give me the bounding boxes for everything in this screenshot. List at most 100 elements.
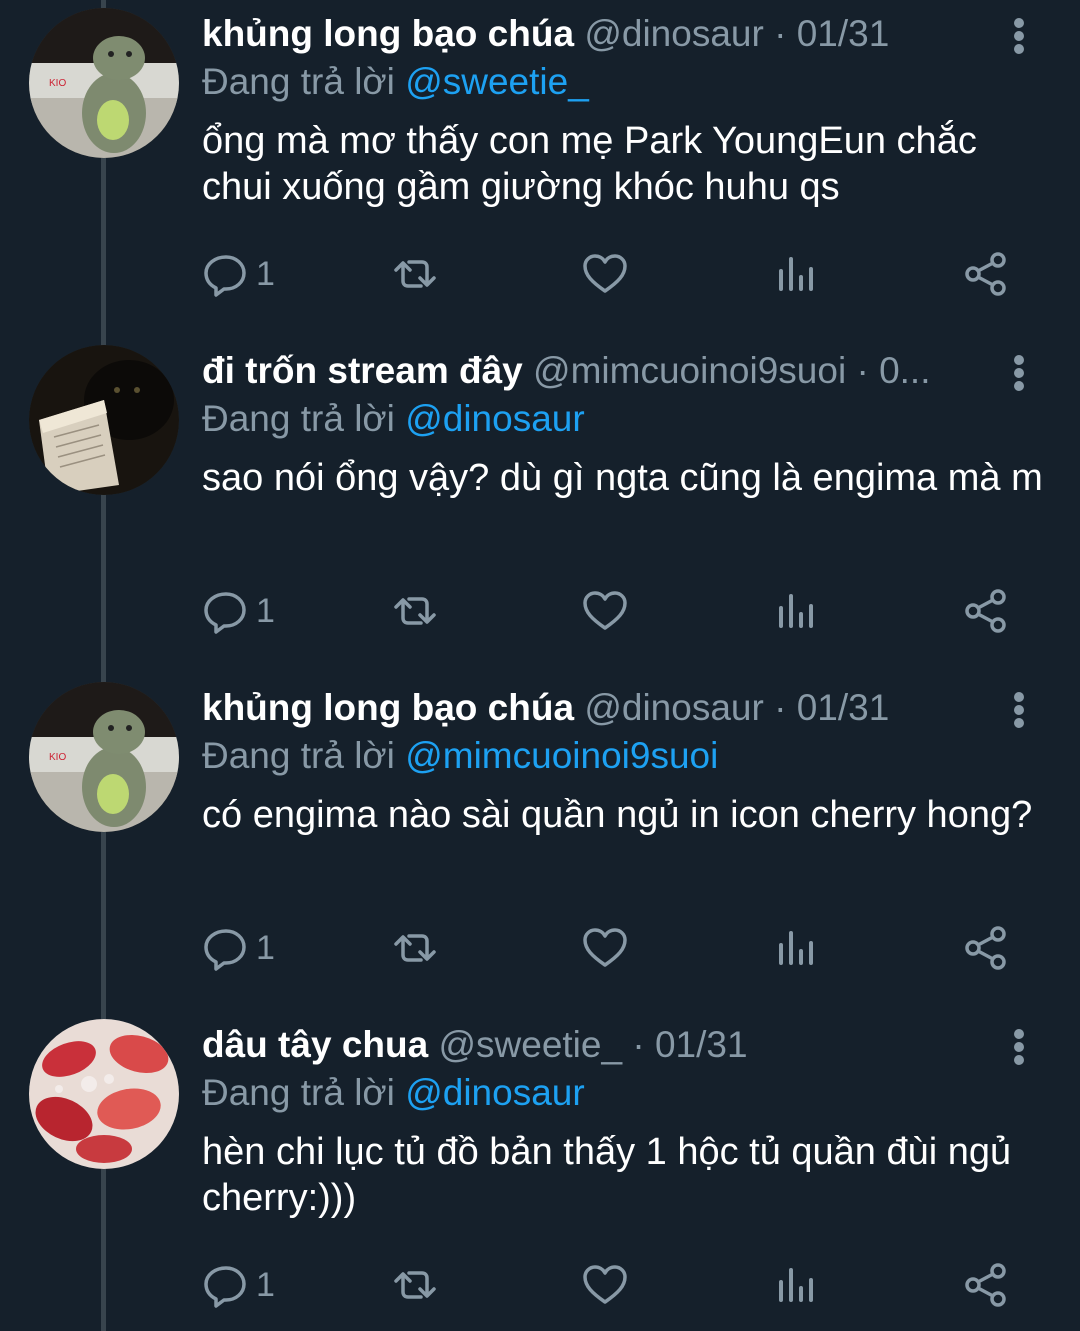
user-handle[interactable]: @mimcuoinoi9suoi <box>533 350 846 391</box>
tweet-header: dâu tây chua @sweetie_ · 01/31 <box>202 1021 1002 1069</box>
svg-text:KIO: KIO <box>49 752 66 763</box>
svg-text:KIO: KIO <box>49 78 66 89</box>
share-button[interactable] <box>963 583 1009 639</box>
reply-target-link[interactable]: @mimcuoinoi9suoi <box>405 735 718 776</box>
tweet-actions: 1 <box>0 246 1080 302</box>
analytics-button[interactable] <box>773 583 819 639</box>
display-name[interactable]: khủng long bạo chúa <box>202 13 574 54</box>
analytics-button[interactable] <box>773 920 819 976</box>
tweet-date[interactable]: 01/31 <box>655 1024 748 1065</box>
separator-dot: · <box>856 350 869 391</box>
more-options-icon[interactable] <box>1000 1023 1040 1067</box>
analytics-button[interactable] <box>773 1257 819 1313</box>
reply-button[interactable]: 1 <box>204 1257 275 1313</box>
reply-target-link[interactable]: @dinosaur <box>405 398 585 439</box>
tweet[interactable]: đi trốn stream đây @mimcuoinoi9suoi · 0.… <box>0 337 1080 674</box>
tweet[interactable]: dâu tây chua @sweetie_ · 01/31 Đang trả … <box>0 1011 1080 1331</box>
display-name[interactable]: dâu tây chua <box>202 1024 428 1065</box>
tweet[interactable]: KIO khủng long bạo chúa @dinosaur · 01/3… <box>0 674 1080 1011</box>
user-handle[interactable]: @dinosaur <box>584 687 764 728</box>
like-button[interactable] <box>582 1257 628 1313</box>
separator-dot: · <box>632 1024 645 1065</box>
dinosaur-plush-avatar-image: KIO <box>29 8 179 158</box>
retweet-button[interactable] <box>392 583 438 639</box>
reply-count: 1 <box>256 591 275 630</box>
tweet[interactable]: KIO khủng long bạo chúa @dinosaur · 01/3… <box>0 0 1080 337</box>
reply-button[interactable]: 1 <box>204 583 275 639</box>
black-cat-book-avatar-image <box>29 345 179 495</box>
separator-dot: · <box>774 13 787 54</box>
tweet-date[interactable]: 01/31 <box>797 687 890 728</box>
analytics-icon <box>779 931 813 965</box>
more-options-icon[interactable] <box>1000 349 1040 393</box>
reply-prefix: Đang trả lời <box>202 735 395 776</box>
share-icon <box>965 589 1006 633</box>
retweet-button[interactable] <box>392 1257 438 1313</box>
analytics-icon <box>779 594 813 628</box>
replying-to: Đang trả lời @sweetie_ <box>202 58 589 106</box>
replying-to: Đang trả lời @mimcuoinoi9suoi <box>202 732 718 780</box>
retweet-button[interactable] <box>392 920 438 976</box>
reply-icon <box>204 929 246 971</box>
retweet-icon <box>394 1271 436 1299</box>
reply-prefix: Đang trả lời <box>202 61 395 102</box>
reply-target-link[interactable]: @sweetie_ <box>405 61 589 102</box>
reply-button[interactable]: 1 <box>204 920 275 976</box>
display-name[interactable]: đi trốn stream đây <box>202 350 523 391</box>
strawberry-milk-avatar-image <box>29 1019 179 1169</box>
analytics-icon <box>779 1268 813 1302</box>
like-button[interactable] <box>582 920 628 976</box>
tweet-header: khủng long bạo chúa @dinosaur · 01/31 <box>202 684 1002 732</box>
reply-prefix: Đang trả lời <box>202 1072 395 1113</box>
tweet-date[interactable]: 0... <box>879 350 930 391</box>
tweet-header: khủng long bạo chúa @dinosaur · 01/31 <box>202 10 1002 58</box>
more-options-icon[interactable] <box>1000 686 1040 730</box>
share-button[interactable] <box>963 246 1009 302</box>
replying-to: Đang trả lời @dinosaur <box>202 1069 585 1117</box>
avatar[interactable]: KIO <box>29 682 179 832</box>
avatar[interactable] <box>29 345 179 495</box>
like-button[interactable] <box>582 246 628 302</box>
share-icon <box>965 926 1006 970</box>
reply-button[interactable]: 1 <box>204 246 275 302</box>
avatar[interactable] <box>29 1019 179 1169</box>
replying-to: Đang trả lời @dinosaur <box>202 395 585 443</box>
retweet-button[interactable] <box>392 246 438 302</box>
reply-icon <box>204 255 246 297</box>
tweet-date[interactable]: 01/31 <box>797 13 890 54</box>
reply-prefix: Đang trả lời <box>202 398 395 439</box>
retweet-icon <box>394 260 436 288</box>
user-handle[interactable]: @dinosaur <box>584 13 764 54</box>
tweet-text: có engima nào sài quần ngủ in icon cherr… <box>202 794 1033 836</box>
retweet-icon <box>394 934 436 962</box>
dinosaur-plush-avatar-image: KIO <box>29 682 179 832</box>
reply-target-link[interactable]: @dinosaur <box>405 1072 585 1113</box>
analytics-icon <box>779 257 813 291</box>
reply-icon <box>204 592 246 634</box>
more-options-icon[interactable] <box>1000 12 1040 56</box>
display-name[interactable]: khủng long bạo chúa <box>202 687 574 728</box>
share-icon <box>965 1263 1006 1307</box>
like-button[interactable] <box>582 583 628 639</box>
tweet-actions: 1 <box>0 1257 1080 1313</box>
reply-count: 1 <box>256 1265 275 1304</box>
heart-icon <box>583 591 627 630</box>
separator-dot: · <box>774 687 787 728</box>
tweet-text: ổng mà mơ thấy con mẹ Park YoungEun chắc… <box>202 120 977 208</box>
share-icon <box>965 252 1006 296</box>
share-button[interactable] <box>963 1257 1009 1313</box>
tweet-actions: 1 <box>0 920 1080 976</box>
tweet-text: hèn chi lục tủ đồ bản thấy 1 hộc tủ quần… <box>202 1131 1012 1219</box>
tweet-text: sao nói ổng vậy? dù gì ngta cũng là engi… <box>202 457 1043 499</box>
heart-icon <box>583 1265 627 1304</box>
reply-icon <box>204 1266 246 1308</box>
retweet-icon <box>394 597 436 625</box>
heart-icon <box>583 254 627 293</box>
analytics-button[interactable] <box>773 246 819 302</box>
share-button[interactable] <box>963 920 1009 976</box>
avatar[interactable]: KIO <box>29 8 179 158</box>
tweet-actions: 1 <box>0 583 1080 639</box>
tweet-header: đi trốn stream đây @mimcuoinoi9suoi · 0.… <box>202 347 1002 395</box>
user-handle[interactable]: @sweetie_ <box>438 1024 622 1065</box>
reply-count: 1 <box>256 254 275 293</box>
